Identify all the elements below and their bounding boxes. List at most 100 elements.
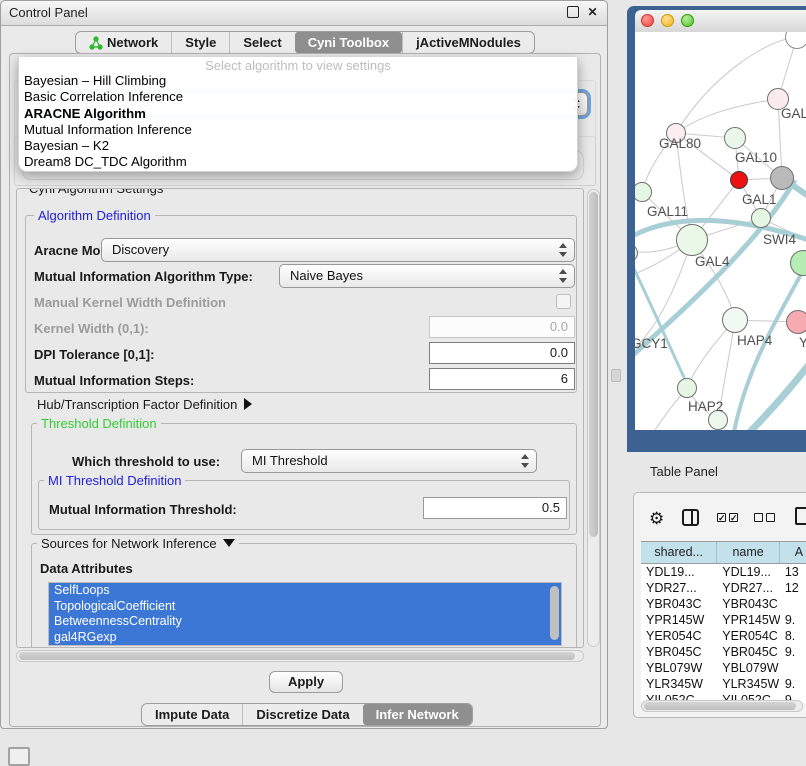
- algorithm-definition-group: Algorithm Definition Aracne Mode: Discov…: [25, 215, 577, 393]
- algorithm-combo-placeholder: Select algorithm to view settings: [19, 58, 577, 73]
- close-icon[interactable]: ✕: [586, 6, 599, 19]
- node-gray[interactable]: [770, 166, 794, 190]
- node-pink[interactable]: [786, 310, 806, 334]
- node-label: GAL: [781, 106, 806, 121]
- node-red[interactable]: [730, 171, 748, 189]
- table-rows[interactable]: YDL19...YDL19...13 YDR27...YDR27...12 YB…: [641, 564, 806, 703]
- aracne-mode-combo[interactable]: Discovery: [101, 238, 575, 262]
- list-item[interactable]: BetweennessCentrality: [49, 614, 561, 630]
- tab-impute-data[interactable]: Impute Data: [142, 704, 242, 725]
- tab-select[interactable]: Select: [229, 32, 294, 53]
- table-row[interactable]: YDL19...YDL19...13: [641, 564, 806, 580]
- manual-kernel-label: Manual Kernel Width Definition: [34, 295, 226, 310]
- gear-icon[interactable]: ⚙: [649, 510, 664, 527]
- mac-minimize-icon[interactable]: [661, 14, 674, 27]
- dpi-tolerance-field[interactable]: 0.0: [429, 342, 575, 364]
- unchecked-box-icon[interactable]: [766, 513, 775, 522]
- table-header-row: shared... name A: [641, 541, 806, 564]
- dropdown-item-selected[interactable]: ARACNE Algorithm: [19, 106, 577, 122]
- settings-group-title: Cyni Algorithm Settings: [25, 188, 167, 196]
- minimized-panel-icon[interactable]: [8, 747, 30, 766]
- table-panel: ⚙ ✓ ✓ shared... name A YDL19...YDL19...1…: [633, 492, 806, 718]
- node-label: GCY1: [635, 336, 668, 351]
- algorithm-dropdown-list: Select algorithm to view settings Bayesi…: [18, 57, 578, 172]
- mac-close-icon[interactable]: [641, 14, 654, 27]
- dropdown-item[interactable]: Bayesian – K2: [19, 138, 577, 154]
- splitter-grip-icon[interactable]: [611, 369, 621, 382]
- tab-network[interactable]: Network: [76, 32, 171, 53]
- cyni-subtab-bar: Impute Data Discretize Data Infer Networ…: [141, 703, 473, 726]
- control-panel-titlebar[interactable]: Control Panel ✕: [1, 1, 607, 26]
- expanded-arrow-icon[interactable]: [223, 539, 235, 547]
- sources-title[interactable]: Sources for Network Inference: [37, 536, 239, 551]
- mi-type-combo[interactable]: Naive Bayes: [279, 264, 575, 288]
- column-header[interactable]: name: [717, 542, 780, 563]
- data-attributes-label: Data Attributes: [40, 561, 133, 576]
- column-header[interactable]: A: [780, 542, 806, 563]
- node-hap4[interactable]: [722, 307, 748, 333]
- table-row[interactable]: YBR043CYBR043C: [641, 596, 806, 612]
- tab-cyni-toolbox[interactable]: Cyni Toolbox: [295, 32, 402, 53]
- node-gal10[interactable]: [724, 127, 746, 149]
- tab-discretize-data[interactable]: Discretize Data: [242, 704, 362, 725]
- table-row[interactable]: YBR045CYBR045C9.: [641, 644, 806, 660]
- column-header[interactable]: shared...: [641, 542, 717, 563]
- node-hap2[interactable]: [677, 378, 697, 398]
- kernel-width-field[interactable]: 0.0: [429, 316, 575, 338]
- mi-steps-field[interactable]: 6: [429, 368, 575, 390]
- table-panel-title: Table Panel: [650, 464, 718, 479]
- table-row[interactable]: YPR145WYPR145W9.: [641, 612, 806, 628]
- list-scrollbar[interactable]: [550, 586, 559, 640]
- network-canvas[interactable]: GAL GAL80 GAL10 GAL1 GAL11 SWI4 GAL4 GCY…: [635, 32, 806, 430]
- checked-box-icon[interactable]: ✓: [729, 513, 738, 522]
- table-row[interactable]: YLR345WYLR345W9.: [641, 676, 806, 692]
- list-item[interactable]: SelfLoops: [49, 583, 561, 599]
- node-table: shared... name A YDL19...YDL19...13 YDR2…: [641, 541, 806, 703]
- node-gal1[interactable]: [751, 208, 771, 228]
- mi-threshold-field[interactable]: 0.5: [423, 497, 567, 519]
- collapsed-arrow-icon[interactable]: [244, 398, 252, 410]
- dropdown-item[interactable]: Bayesian – Hill Climbing: [19, 73, 577, 89]
- columns-icon[interactable]: [682, 509, 699, 526]
- mi-steps-label: Mutual Information Steps:: [34, 373, 194, 388]
- float-window-icon[interactable]: [567, 6, 579, 18]
- table-horizontal-scrollbar[interactable]: [641, 700, 803, 712]
- control-panel-tabbar: Network Style Select Cyni Toolbox jActiv…: [75, 31, 535, 54]
- new-table-icon[interactable]: [795, 507, 806, 525]
- network-icon: [89, 36, 103, 50]
- combo-stepper-icon: [557, 242, 570, 258]
- settings-vertical-scrollbar[interactable]: [587, 189, 600, 647]
- mi-type-label: Mutual Information Algorithm Type:: [34, 269, 253, 284]
- settings-horizontal-scrollbar[interactable]: [16, 650, 584, 662]
- node-label: GAL11: [647, 204, 688, 219]
- dropdown-item[interactable]: Mutual Information Inference: [19, 122, 577, 138]
- tab-style[interactable]: Style: [171, 32, 229, 53]
- threshold-definition-title: Threshold Definition: [37, 416, 161, 431]
- sources-group: Sources for Network Inference Data Attri…: [31, 543, 577, 648]
- node-label: HAP2: [688, 399, 723, 414]
- dropdown-item[interactable]: Dream8 DC_TDC Algorithm: [19, 154, 577, 170]
- checked-box-icon[interactable]: ✓: [717, 513, 726, 522]
- data-attributes-list[interactable]: SelfLoops TopologicalCoefficient Between…: [48, 582, 562, 646]
- node-gal4[interactable]: [676, 224, 708, 256]
- list-item[interactable]: TopologicalCoefficient: [49, 599, 561, 615]
- manual-kernel-checkbox[interactable]: [556, 294, 571, 309]
- table-row[interactable]: YER054CYER054C8.: [641, 628, 806, 644]
- node-label: Y: [799, 335, 806, 350]
- combo-stepper-icon: [557, 268, 570, 284]
- table-row[interactable]: YBL079WYBL079W: [641, 660, 806, 676]
- which-threshold-combo[interactable]: MI Threshold: [241, 449, 537, 473]
- table-row[interactable]: YDR27...YDR27...12: [641, 580, 806, 596]
- algorithm-definition-title: Algorithm Definition: [34, 208, 155, 223]
- node-label: GAL10: [735, 150, 777, 165]
- panel-splitter[interactable]: [608, 6, 627, 735]
- tab-infer-network[interactable]: Infer Network: [363, 704, 472, 725]
- tab-jactivemnodules[interactable]: jActiveMNodules: [402, 32, 534, 53]
- apply-button[interactable]: Apply: [269, 671, 343, 693]
- network-window-titlebar[interactable]: [635, 10, 806, 33]
- unchecked-box-icon[interactable]: [754, 513, 763, 522]
- dropdown-item[interactable]: Basic Correlation Inference: [19, 89, 577, 105]
- hub-definition-toggle[interactable]: Hub/Transcription Factor Definition: [37, 397, 252, 412]
- mac-zoom-icon[interactable]: [681, 14, 694, 27]
- list-item[interactable]: gal4RGexp: [49, 630, 561, 646]
